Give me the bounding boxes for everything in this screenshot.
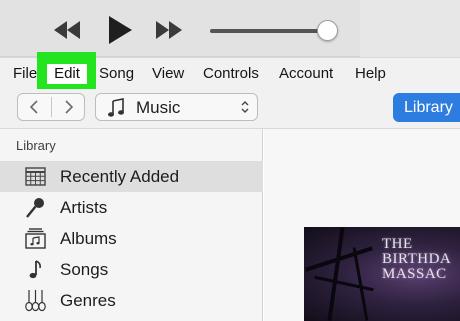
play-icon[interactable] — [106, 15, 134, 45]
menu-view[interactable]: View — [152, 65, 184, 83]
microphone-icon — [26, 198, 44, 218]
toolbar: Music Library — [0, 89, 460, 129]
menu-file[interactable]: File — [13, 65, 37, 83]
guitars-icon — [25, 290, 46, 312]
album-stack-icon — [25, 228, 46, 249]
volume-knob[interactable] — [317, 20, 338, 41]
sidebar-item-genres[interactable]: Genres — [0, 285, 263, 316]
player-bar — [0, 0, 460, 57]
sidebar-item-label: Albums — [60, 229, 117, 248]
media-source-label: Music — [136, 98, 181, 117]
menu-help[interactable]: Help — [355, 65, 386, 83]
sidebar-header: Library — [16, 138, 56, 153]
transport-controls — [0, 0, 360, 57]
library-button[interactable]: Library — [393, 93, 460, 122]
album-title-line: MASSAC — [382, 266, 447, 282]
sidebar-item-label: Songs — [60, 260, 109, 279]
sidebar-item-label: Artists — [60, 198, 108, 217]
album-title-line: THE — [382, 236, 413, 252]
sidebar-item-label: Genres — [60, 291, 116, 310]
music-note-icon — [29, 260, 41, 279]
rewind-icon[interactable] — [52, 19, 82, 41]
fast-forward-icon[interactable] — [154, 19, 184, 41]
menu-controls[interactable]: Controls — [203, 65, 259, 83]
sidebar: Library Recently Added Artists Albums So… — [0, 129, 263, 321]
menu-song[interactable]: Song — [99, 65, 134, 83]
sidebar-item-label: Recently Added — [60, 167, 180, 186]
album-artwork[interactable]: THE BIRTHDA MASSAC — [304, 227, 460, 321]
album-title: THE BIRTHDA MASSAC — [382, 237, 451, 282]
volume-slider[interactable] — [210, 29, 328, 33]
main-content: THE BIRTHDA MASSAC — [264, 129, 460, 321]
history-nav — [17, 93, 85, 121]
chevron-left-icon[interactable] — [18, 94, 51, 120]
album-title-line: BIRTHDA — [382, 251, 452, 267]
chevron-updown-icon — [241, 101, 249, 113]
sidebar-item-songs[interactable]: Songs — [0, 254, 263, 285]
calendar-grid-icon — [25, 167, 46, 186]
sidebar-item-albums[interactable]: Albums — [0, 223, 263, 254]
tree-trunk — [327, 227, 345, 321]
tree-branch — [314, 275, 374, 292]
media-source-select[interactable]: Music — [95, 93, 258, 121]
music-note-icon — [108, 98, 124, 117]
menu-account[interactable]: Account — [279, 65, 333, 83]
chevron-right-icon[interactable] — [52, 94, 85, 120]
sidebar-item-recently-added[interactable]: Recently Added — [0, 161, 263, 192]
sidebar-item-artists[interactable]: Artists — [0, 192, 263, 223]
menu-edit[interactable]: Edit — [47, 64, 87, 84]
